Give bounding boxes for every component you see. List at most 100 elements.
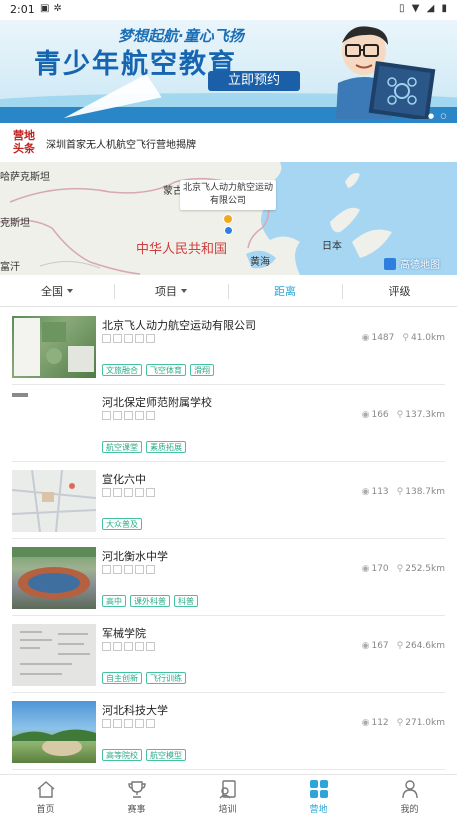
camp-headline-logo: 营地 头条	[10, 129, 38, 155]
view-count: 112	[371, 718, 389, 728]
camp-meta: ◉ 166 ⚲ 137.3km	[362, 410, 445, 420]
tab-distance-label: 距离	[274, 285, 296, 298]
tab-project-label: 项目	[155, 285, 177, 298]
caret-down-icon	[67, 289, 73, 293]
camp-thumbnail	[12, 393, 96, 455]
view-count: 1487	[371, 333, 395, 343]
profile-icon	[402, 780, 418, 799]
eye-icon: ◉	[361, 564, 370, 574]
camp-thumbnail	[12, 624, 96, 686]
eye-icon: ◉	[361, 487, 370, 497]
rating-stars	[102, 334, 157, 346]
distance-value: 264.6km	[405, 641, 445, 651]
rating-stars	[102, 411, 157, 423]
view-count: 170	[371, 564, 389, 574]
camp-marker-icon[interactable]	[223, 214, 233, 224]
tag: 航空模型	[146, 749, 186, 761]
tab-project[interactable]: 项目	[114, 276, 228, 307]
rating-stars	[102, 719, 157, 731]
headline-text[interactable]: 深圳首家无人机航空飞行营地揭牌	[46, 136, 196, 151]
camp-thumbnail	[12, 701, 96, 763]
camp-meta: ◉ 1487 ⚲ 41.0km	[362, 333, 445, 343]
nav-events[interactable]: 赛事	[91, 775, 182, 814]
rating-stars	[102, 642, 157, 654]
camp-map[interactable]: 哈萨克斯坦 蒙古 克斯坦 富汗 日本 黄海 中华人民共和国 北京飞人动力航空运动…	[0, 162, 457, 275]
tag-list: 高中 课外科普 科普	[102, 589, 202, 608]
tag-list: 高等院校 航空模型	[102, 743, 190, 762]
map-label-china: 中华人民共和国	[136, 242, 228, 257]
tag: 航空课堂	[102, 441, 142, 453]
camp-name: 河北保定师范附属学校	[102, 396, 212, 409]
vibrate-icon: ▯	[399, 3, 407, 14]
nav-home-label: 首页	[36, 805, 55, 814]
map-label-kazakhstan: 哈萨克斯坦	[0, 172, 50, 183]
map-label-kyrgyzstan: 克斯坦	[0, 218, 30, 229]
nav-camp[interactable]: 营地	[273, 775, 364, 814]
nav-profile[interactable]: 我的	[364, 775, 455, 814]
nav-training[interactable]: 培训	[182, 775, 273, 814]
map-label-afghanistan: 富汗	[0, 262, 20, 273]
tab-region-label: 全国	[41, 285, 63, 298]
location-pin-icon: ⚲	[396, 564, 404, 574]
amap-logo-icon	[384, 258, 396, 270]
list-item[interactable]: 河北衡水中学 ◉ 170 ⚲ 252.5km 高中 课外科普 科普	[0, 539, 457, 616]
filter-tabs: 全国 项目 距离 评级	[0, 276, 457, 307]
list-item[interactable]: 河北保定师范附属学校 ◉ 166 ⚲ 137.3km 航空课堂 素质拓展	[0, 385, 457, 462]
tag: 课外科普	[130, 595, 170, 607]
camp-grid-icon	[310, 780, 328, 798]
camp-thumbnail	[12, 547, 96, 609]
map-label-yellow-sea: 黄海	[250, 257, 270, 268]
location-pin-icon: ⚲	[396, 410, 404, 420]
wifi-icon: ▼	[411, 3, 422, 14]
status-bar: 2:01 ▣✲ ▯ ▼ ◢ ▮	[0, 0, 457, 20]
list-item[interactable]: 宣化六中 ◉ 113 ⚲ 138.7km 大众普及	[0, 462, 457, 539]
distance-value: 138.7km	[405, 487, 445, 497]
tag: 飞行训练	[146, 672, 186, 684]
list-item[interactable]: 军械学院 ◉ 167 ⚲ 264.6km 自主创新 飞行训练	[0, 616, 457, 693]
list-item[interactable]: 河北科技大学 ◉ 112 ⚲ 271.0km 高等院校 航空模型	[0, 693, 457, 770]
tag-list: 文旅融合 飞空体育 滑翔	[102, 358, 218, 377]
eye-icon: ◉	[361, 410, 370, 420]
tag: 高等院校	[102, 749, 142, 761]
location-pin-icon: ⚲	[396, 718, 404, 728]
tag: 飞空体育	[146, 364, 186, 376]
nav-profile-label: 我的	[400, 805, 419, 814]
image-notification-icon: ▣	[40, 3, 54, 14]
tag: 科普	[174, 595, 198, 607]
status-notification-icons: ▣✲	[40, 3, 66, 14]
distance-value: 137.3km	[405, 410, 445, 420]
tag: 高中	[102, 595, 126, 607]
promo-banner[interactable]: 梦想起航·童心飞扬 青少年航空教育 立即预约 ● ○	[0, 20, 457, 123]
tag-list: 大众普及	[102, 512, 146, 531]
view-count: 166	[371, 410, 389, 420]
tab-distance[interactable]: 距离	[228, 276, 342, 307]
distance-value: 41.0km	[410, 333, 445, 343]
map-attribution: 高德地图	[384, 256, 440, 271]
signal-icon: ◢	[426, 3, 437, 14]
camp-thumbnail	[12, 470, 96, 532]
camp-headline-bar[interactable]: 营地 头条 深圳首家无人机航空飞行营地揭牌	[0, 124, 457, 162]
map-attribution-text: 高德地图	[400, 260, 440, 271]
location-pin-icon: ⚲	[396, 487, 404, 497]
nav-camp-label: 营地	[309, 805, 328, 814]
nav-home[interactable]: 首页	[0, 775, 91, 814]
book-now-button[interactable]: 立即预约	[208, 71, 300, 91]
current-location-icon	[224, 226, 233, 235]
status-system-icons: ▯ ▼ ◢ ▮	[399, 3, 449, 14]
camp-meta: ◉ 113 ⚲ 138.7km	[362, 487, 445, 497]
tab-region[interactable]: 全国	[0, 276, 114, 307]
camp-meta: ◉ 167 ⚲ 264.6km	[362, 641, 445, 651]
camp-name: 河北衡水中学	[102, 550, 168, 563]
camp-meta: ◉ 170 ⚲ 252.5km	[362, 564, 445, 574]
list-item[interactable]: 北京飞人动力航空运动有限公司 ◉ 1487 ⚲ 41.0km 文旅融合 飞空体育 滑翔	[0, 308, 457, 385]
map-callout-line2: 有限公司	[209, 196, 246, 206]
location-pin-icon: ⚲	[396, 641, 404, 651]
tab-rating[interactable]: 评级	[342, 276, 457, 307]
banner-pager-dots[interactable]: ● ○	[428, 112, 448, 120]
map-marker-callout[interactable]: 北京飞人动力航空运动 有限公司	[180, 180, 276, 210]
tab-rating-label: 评级	[388, 285, 411, 298]
eye-icon: ◉	[361, 718, 370, 728]
caret-down-icon	[181, 289, 187, 293]
map-label-japan: 日本	[322, 241, 342, 252]
camp-meta: ◉ 112 ⚲ 271.0km	[362, 718, 445, 728]
